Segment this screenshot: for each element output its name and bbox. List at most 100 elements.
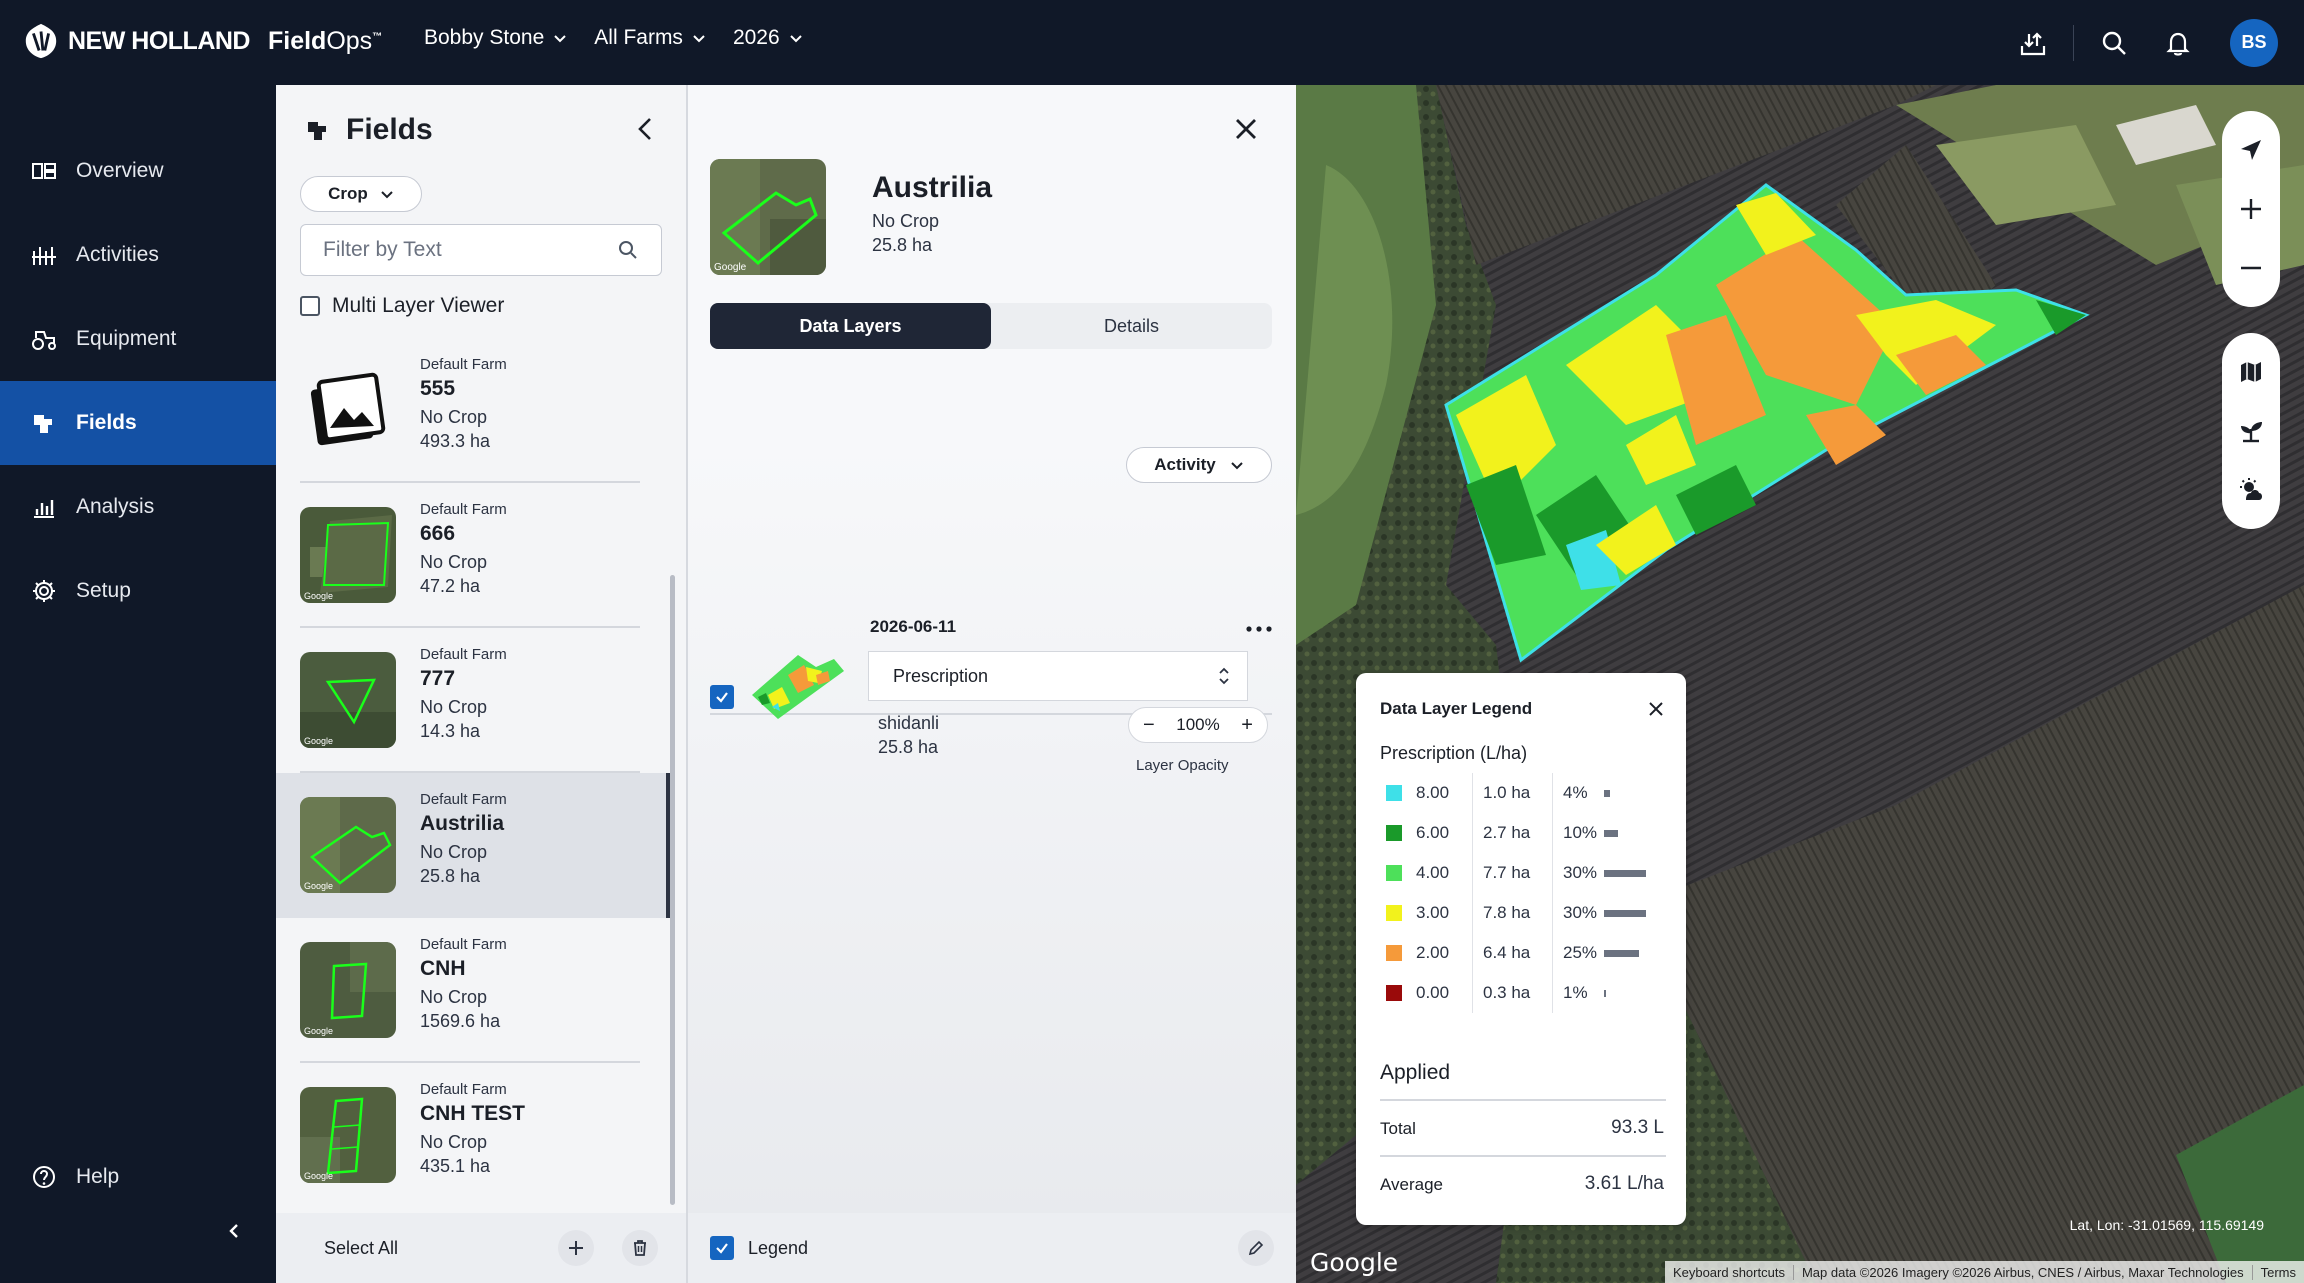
zoom-in-icon[interactable] <box>2237 195 2265 223</box>
list-scrollbar[interactable] <box>670 575 675 1205</box>
legend-percent: 1% <box>1552 973 1600 1013</box>
updown-chevron-icon <box>1219 667 1229 685</box>
list-item[interactable]: Google Default Farm Austrilia No Crop 25… <box>276 773 672 918</box>
filter-input[interactable] <box>323 238 617 262</box>
legend-row: 0.00 0.3 ha 1% <box>1380 973 1670 1013</box>
sidebar-item-analysis[interactable]: Analysis <box>0 465 276 549</box>
sidebar-item-help[interactable]: Help <box>0 1135 276 1219</box>
field-name: 555 <box>420 377 456 400</box>
check-icon <box>716 692 728 703</box>
year-dropdown[interactable]: 2026 <box>733 26 804 50</box>
crop-filter-button[interactable]: Crop <box>300 176 422 212</box>
opacity-increase-button[interactable]: + <box>1241 714 1253 737</box>
field-thumbnail: Google <box>300 942 396 1038</box>
legend-label: Legend <box>748 1237 809 1258</box>
field-area: 47.2 ha <box>420 576 481 596</box>
brand-logo[interactable]: NEW HOLLAND FieldOps™ <box>22 22 382 60</box>
chevron-left-icon[interactable] <box>630 113 662 145</box>
legend-area: 2.7 ha <box>1472 813 1552 853</box>
data-layer-card: 2026-06-11 Prescription shidanli 25.8 ha… <box>710 525 1274 774</box>
fields-panel: Fields Crop Multi Layer Viewer Default F… <box>276 85 686 1283</box>
import-button[interactable] <box>2001 0 2065 85</box>
zoom-out-icon[interactable] <box>2237 254 2265 282</box>
legend-bar <box>1604 789 1610 797</box>
field-name: Austrilia <box>420 812 505 835</box>
sidebar: Overview Activities Equipment Fields Ana… <box>0 85 276 1283</box>
chart-icon <box>34 500 54 518</box>
legend-bar <box>1604 869 1646 877</box>
map-layer-controls <box>2222 333 2280 529</box>
field-meta: Default Farm CNH No Crop 1569.6 ha <box>420 936 507 1033</box>
sidebar-item-label: Analysis <box>76 495 155 518</box>
activity-filter-button[interactable]: Activity <box>1126 447 1272 483</box>
legend-percent: 10% <box>1552 813 1600 853</box>
farm-dropdown[interactable]: All Farms <box>594 26 707 50</box>
field-thumbnail: Google <box>300 1087 396 1183</box>
list-item[interactable]: Google Default Farm 666 No Crop 47.2 ha <box>276 483 672 628</box>
divider <box>1380 1099 1666 1101</box>
layer-visible-checkbox[interactable] <box>710 685 734 709</box>
list-item[interactable]: Default Farm 555 No Crop 493.3 ha <box>276 338 672 483</box>
field-name: 777 <box>420 667 456 690</box>
plant-icon[interactable] <box>2237 417 2265 445</box>
edit-button[interactable] <box>1238 1230 1274 1266</box>
applied-heading: Applied <box>1380 1061 1451 1084</box>
sidebar-item-overview[interactable]: Overview <box>0 129 276 213</box>
map-icon[interactable] <box>2237 358 2265 386</box>
plus-icon <box>569 1241 583 1255</box>
tab-details[interactable]: Details <box>991 303 1272 349</box>
sidebar-item-label: Overview <box>76 159 164 182</box>
sidebar-item-setup[interactable]: Setup <box>0 549 276 633</box>
legend-checkbox[interactable] <box>710 1236 734 1260</box>
sidebar-item-label: Fields <box>76 411 137 434</box>
keyboard-shortcuts-link[interactable]: Keyboard shortcuts <box>1665 1265 1793 1280</box>
map-attribution: Keyboard shortcuts Map data ©2026 Imager… <box>1664 1261 2304 1283</box>
layer-date: 2026-06-11 <box>870 617 957 636</box>
chevron-down-icon <box>693 35 705 43</box>
top-nav: Bobby Stone All Farms 2026 <box>424 26 804 50</box>
user-dropdown[interactable]: Bobby Stone <box>424 26 568 50</box>
search-icon <box>619 241 637 259</box>
list-item[interactable]: Google Default Farm CNH TEST No Crop 435… <box>276 1063 672 1208</box>
field-area: 435.1 ha <box>420 1156 491 1176</box>
multi-layer-checkbox[interactable] <box>300 296 320 316</box>
collapse-sidebar-icon[interactable] <box>222 1219 246 1243</box>
tab-data-layers[interactable]: Data Layers <box>710 303 991 349</box>
multi-layer-viewer-toggle[interactable]: Multi Layer Viewer <box>300 294 504 318</box>
list-item[interactable]: Google Default Farm CNH No Crop 1569.6 h… <box>276 918 672 1063</box>
legend-value: 8.00 <box>1416 783 1450 802</box>
sidebar-item-activities[interactable]: Activities <box>0 213 276 297</box>
weather-icon[interactable] <box>2237 476 2265 504</box>
field-meta: Default Farm 555 No Crop 493.3 ha <box>420 356 507 453</box>
more-options-icon[interactable] <box>1244 621 1274 637</box>
map-nav-controls <box>2222 111 2280 307</box>
field-crop: No Crop <box>420 552 488 572</box>
field-meta: Default Farm 666 No Crop 47.2 ha <box>420 501 507 598</box>
field-name: 666 <box>420 522 456 545</box>
opacity-decrease-button[interactable]: − <box>1143 714 1155 737</box>
sidebar-item-label: Setup <box>76 579 131 602</box>
legend-row: 2.00 6.4 ha 25% <box>1380 933 1670 973</box>
activities-icon <box>32 247 56 265</box>
notifications-button[interactable] <box>2146 0 2210 85</box>
search-button[interactable] <box>2082 0 2146 85</box>
legend-title: Data Layer Legend <box>1380 699 1533 718</box>
locate-icon[interactable] <box>2237 136 2265 164</box>
sidebar-item-fields[interactable]: Fields <box>0 381 276 465</box>
close-icon[interactable] <box>1646 699 1666 719</box>
add-field-button[interactable] <box>558 1230 594 1266</box>
layer-type-select[interactable]: Prescription <box>868 651 1248 701</box>
chevron-down-icon <box>381 191 393 199</box>
delete-field-button[interactable] <box>622 1230 658 1266</box>
select-all-button[interactable]: Select All <box>324 1238 398 1259</box>
chevron-down-icon <box>554 35 566 43</box>
terms-link[interactable]: Terms <box>2251 1264 2304 1280</box>
close-icon[interactable] <box>1228 111 1264 147</box>
list-item[interactable]: Google Default Farm 777 No Crop 14.3 ha <box>276 628 672 773</box>
field-area: 493.3 ha <box>420 431 491 451</box>
detail-footer: Legend <box>688 1213 1296 1283</box>
sidebar-item-equipment[interactable]: Equipment <box>0 297 276 381</box>
map-view[interactable]: Data Layer Legend Prescription (L/ha) 8.… <box>1296 85 2304 1283</box>
average-value: 3.61 L/ha <box>1584 1173 1664 1194</box>
avatar[interactable]: BS <box>2230 18 2278 67</box>
